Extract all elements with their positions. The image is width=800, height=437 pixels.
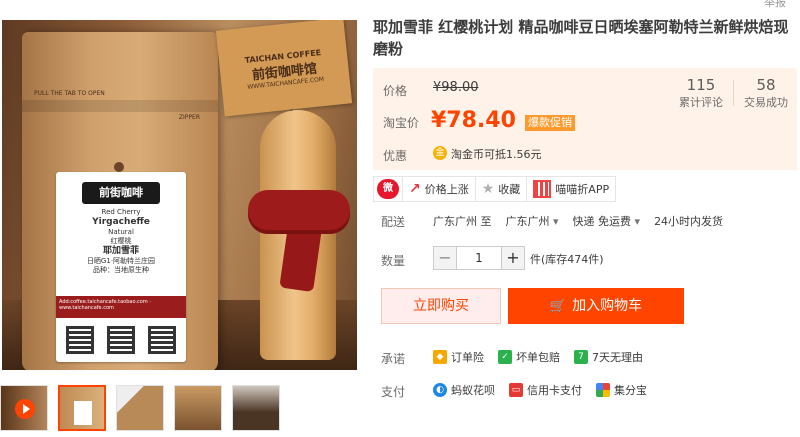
favorite-label: 收藏	[498, 183, 521, 196]
quantity-label: 数量	[381, 254, 406, 268]
guarantee-label: 承诺	[381, 352, 406, 366]
guarantee-order-insurance[interactable]: ◆ 订单险	[433, 349, 484, 365]
promo-badge: 爆款促销	[525, 115, 575, 131]
review-count: 115	[686, 76, 716, 94]
qr-code-icon	[107, 326, 135, 354]
review-caption: 累计评论	[679, 96, 723, 109]
guarantee-7day-return[interactable]: 7 7天无理由	[574, 349, 643, 365]
add-to-cart-button[interactable]: 🛒 加入购物车	[508, 288, 684, 324]
damage-compensation-icon: ✓	[498, 350, 512, 364]
bag-valve	[114, 162, 124, 172]
price-label: 价格	[383, 84, 408, 98]
taojinbi-coin-icon: 金	[433, 146, 447, 160]
coin-discount-text: 淘金币可抵1.56元	[451, 148, 542, 161]
stock-text: 件(库存474件)	[530, 253, 604, 266]
increase-button[interactable]: +	[501, 246, 525, 270]
label-line: Yirgacheffe	[92, 217, 150, 227]
star-icon: ★	[481, 181, 495, 197]
payment-item-label: 集分宝	[614, 384, 647, 397]
label-line: Natural	[108, 228, 134, 236]
bag-fold	[22, 100, 218, 112]
original-price: ¥98.00	[433, 80, 479, 95]
qr-code-icon	[66, 326, 94, 354]
label-line: 日晒G1·阿勒特兰庄园	[86, 257, 156, 265]
shipping-label: 配送	[381, 215, 406, 229]
app-download-button[interactable]: 喵喵折APP	[526, 177, 615, 201]
shipping-row: 广东广州 至 广东广州 快递 免运费 24小时内发货	[433, 213, 723, 229]
thumbnail-1[interactable]	[58, 385, 106, 431]
label-line: Red Cherry	[101, 208, 141, 216]
bag-tear-text: PULL THE TAB TO OPEN	[34, 90, 105, 97]
bag-label: 前街咖啡 Red Cherry Yirgacheffe Natural 红樱桃 …	[56, 172, 186, 362]
payment-jifenbao[interactable]: 集分宝	[596, 382, 647, 398]
discount-label: 优惠	[383, 149, 408, 163]
label-qr-codes	[66, 326, 176, 354]
jifenbao-icon	[596, 383, 610, 397]
app-label: 喵喵折APP	[555, 183, 610, 196]
product-title: 耶加雪菲 红樱桃计划 精品咖啡豆日晒埃塞阿勒特兰新鲜烘焙现磨粉	[373, 18, 789, 58]
guarantee-item-label: 坏单包赔	[516, 351, 560, 364]
thumbnail-2[interactable]	[116, 385, 164, 431]
guarantee-item-label: 订单险	[451, 351, 484, 364]
weibo-share-button[interactable]: 微	[374, 177, 402, 201]
cart-icon: 🛒	[549, 299, 567, 314]
red-scarf	[248, 190, 350, 234]
thumbnail-video[interactable]	[0, 385, 48, 431]
trend-arrow-icon: ↗	[409, 181, 421, 197]
label-line: 品种：当地原生种	[93, 266, 149, 274]
quantity-input[interactable]: 1	[457, 246, 501, 270]
ship-time: 24小时内发货	[654, 215, 724, 228]
thumbnail-3[interactable]	[174, 385, 222, 431]
main-product-image[interactable]: PULL THE TAB TO OPEN ZIPPER 前街咖啡 Red Che…	[2, 20, 357, 370]
payment-credit-card[interactable]: ▭ 信用卡支付	[509, 382, 582, 398]
ship-to-dropdown[interactable]: 广东广州	[506, 213, 559, 229]
shipping-fee-dropdown[interactable]: 快递 免运费	[573, 213, 641, 229]
payment-label: 支付	[381, 385, 406, 399]
sales-count-stat: 58 交易成功	[737, 76, 795, 110]
payment-row: ◐ 蚂蚁花呗 ▭ 信用卡支付 集分宝	[433, 382, 647, 398]
guarantee-row: ◆ 订单险 ✓ 坏单包赔 7 7天无理由	[433, 349, 643, 365]
decrease-button[interactable]: −	[433, 246, 457, 270]
thumbnail-4[interactable]	[232, 385, 280, 431]
add-to-cart-label: 加入购物车	[572, 298, 643, 314]
label-band: Add:coffee.taichancafe.taobao.com · www.…	[56, 296, 186, 318]
payment-huabei[interactable]: ◐ 蚂蚁花呗	[433, 382, 495, 398]
sale-price-label: 淘宝价	[383, 116, 420, 130]
order-insurance-icon: ◆	[433, 350, 447, 364]
play-icon	[15, 399, 35, 419]
sales-count: 58	[756, 76, 776, 94]
guarantee-item-label: 7天无理由	[592, 351, 643, 364]
review-count-stat[interactable]: 115 累计评论	[673, 76, 729, 110]
price-panel: 价格 ¥98.00 淘宝价 ¥78.40 爆款促销 优惠 金 淘金币可抵1.56…	[373, 68, 797, 170]
weibo-icon: 微	[377, 179, 399, 199]
seven-day-return-icon: 7	[574, 350, 588, 364]
plugin-bar: 微 ↗ 价格上涨 ★ 收藏 喵喵折APP	[373, 176, 617, 202]
qr-code-icon	[533, 180, 552, 198]
payment-item-label: 信用卡支付	[527, 384, 582, 397]
sales-caption: 交易成功	[744, 96, 788, 109]
thumbnail-strip	[0, 385, 280, 431]
stat-divider	[733, 80, 734, 106]
quantity-stepper: − 1 +	[433, 246, 525, 270]
ship-from: 广东广州 至	[433, 215, 492, 228]
payment-item-label: 蚂蚁花呗	[451, 384, 495, 397]
price-alert-label: 价格上涨	[424, 183, 469, 196]
favorite-button[interactable]: ★ 收藏	[474, 177, 527, 201]
label-line: 红樱桃	[110, 237, 132, 245]
guarantee-damage-compensation[interactable]: ✓ 坏单包赔	[498, 349, 560, 365]
label-logo: 前街咖啡	[82, 182, 160, 204]
qr-code-icon	[148, 326, 176, 354]
report-link[interactable]: 举报	[764, 0, 786, 10]
buy-now-button[interactable]: 立即购买	[381, 288, 501, 324]
bag-zipper-text: ZIPPER	[178, 114, 200, 121]
coffee-bag: PULL THE TAB TO OPEN ZIPPER 前街咖啡 Red Che…	[22, 32, 218, 370]
label-line: 耶加雪菲	[102, 246, 139, 256]
huabei-icon: ◐	[433, 383, 447, 397]
shop-flag: TAICHAN COFFEE 前街咖啡馆 WWW.TAICHANCAFE.COM	[215, 20, 353, 117]
price-alert-button[interactable]: ↗ 价格上涨	[402, 177, 475, 201]
credit-card-icon: ▭	[509, 383, 523, 397]
sale-price: ¥78.40	[431, 108, 516, 133]
